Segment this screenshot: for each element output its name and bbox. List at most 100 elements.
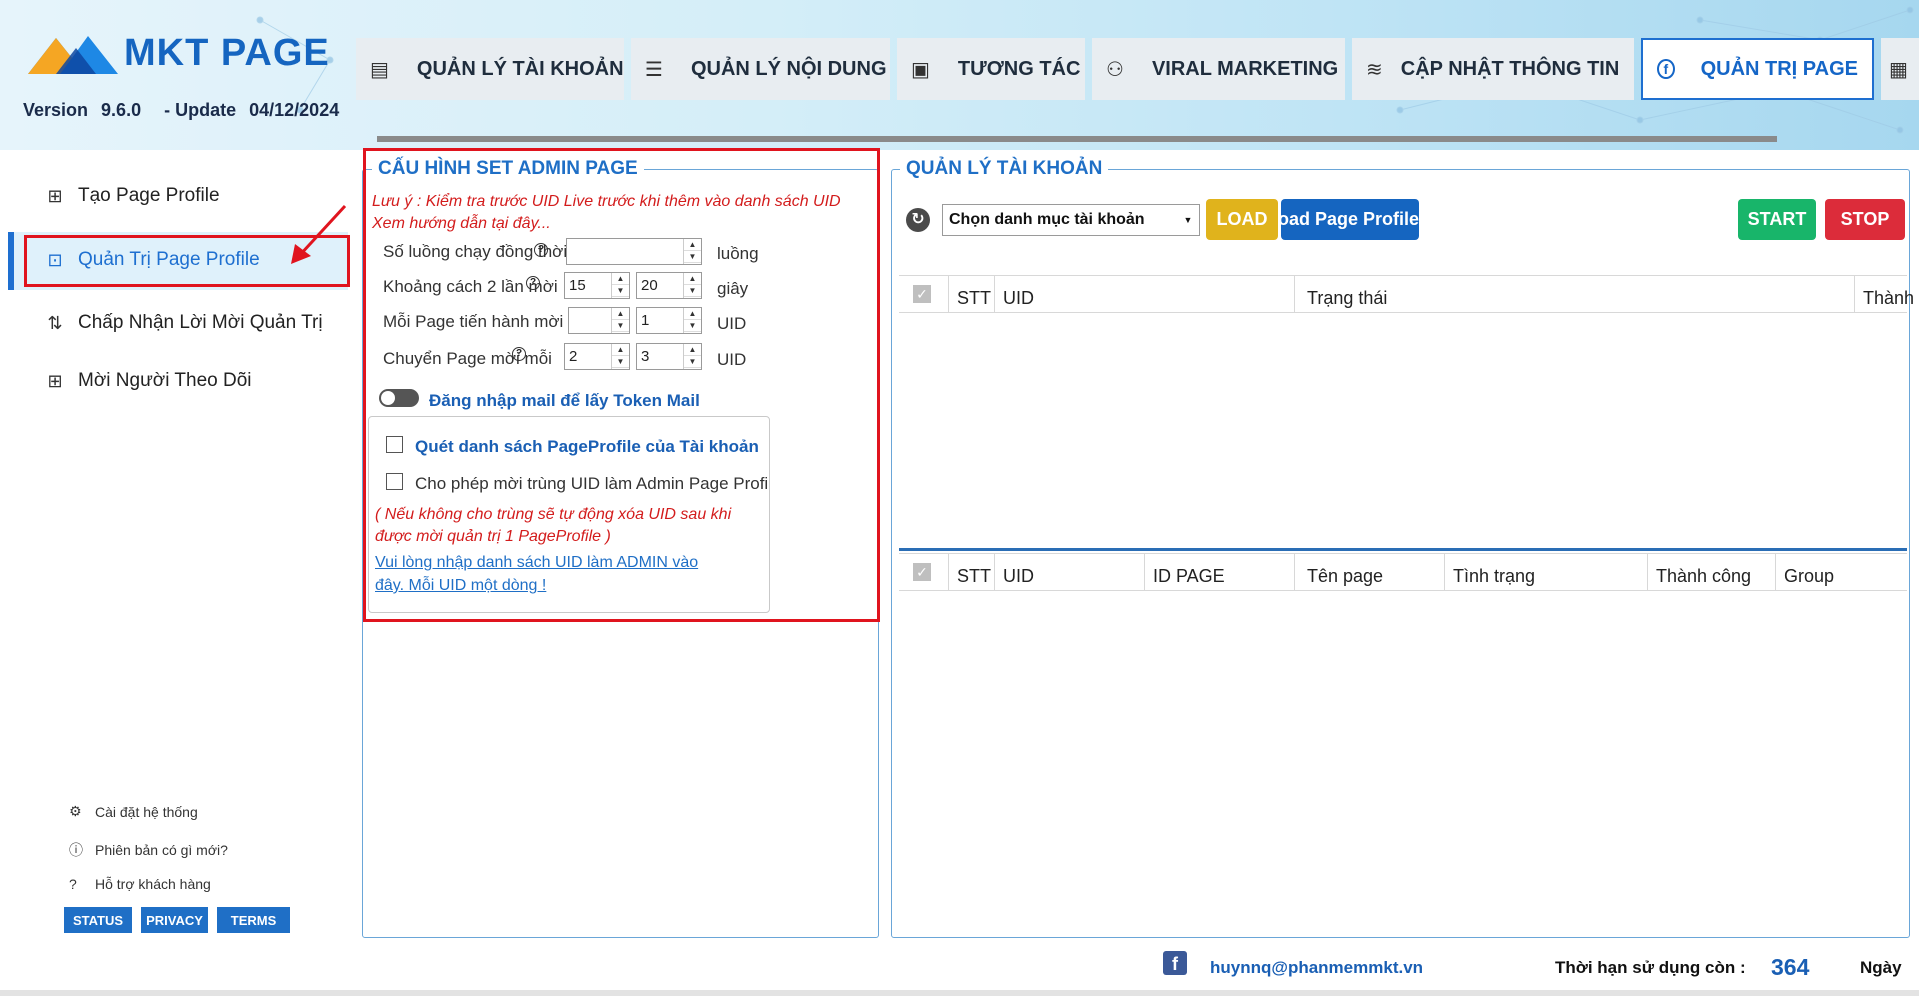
sidebar-item-label: Mời Người Theo Dõi: [78, 370, 252, 391]
list-icon: ☰: [645, 58, 663, 81]
tab-interaction[interactable]: ▣ TƯƠNG TÁC: [897, 38, 1085, 100]
sidebar-active-marker: [8, 232, 14, 290]
tab-page-admin[interactable]: f QUẢN TRỊ PAGE: [1641, 38, 1874, 100]
tab-viral-marketing[interactable]: ⚇ VIRAL MARKETING: [1092, 38, 1345, 100]
switch-max-input[interactable]: 3 ▲ ▼: [636, 343, 702, 370]
tab-update-info[interactable]: ≋ CẬP NHẬT THÔNG TIN: [1352, 38, 1634, 100]
add-box-icon: ⊞: [47, 370, 63, 391]
table-icon: ▤: [370, 58, 389, 81]
help-icon[interactable]: ?: [526, 276, 540, 290]
column-header[interactable]: Trạng thái: [1295, 276, 1855, 312]
per-page-min-input[interactable]: ▲ ▼: [568, 307, 630, 334]
facebook-icon[interactable]: f: [1163, 951, 1187, 975]
tab-label: QUẢN TRỊ PAGE: [1700, 57, 1858, 80]
account-category-select[interactable]: Chọn danh mục tài khoản ▼: [942, 204, 1200, 236]
main-tabs: ▤ QUẢN LÝ TÀI KHOẢN ☰ QUẢN LÝ NỘI DUNG ▣…: [356, 38, 1919, 100]
help-icon: ?: [69, 876, 77, 892]
system-settings-link[interactable]: ⚙ Cài đặt hệ thống: [69, 803, 198, 820]
load-page-profile-button[interactable]: Load Page Profile: [1281, 199, 1419, 240]
delay-min-stepper[interactable]: ▲ ▼: [611, 273, 629, 298]
load-button[interactable]: LOAD: [1206, 199, 1278, 240]
bottom-border: [0, 990, 1919, 996]
switch-max-stepper[interactable]: ▲ ▼: [683, 344, 701, 369]
terms-button[interactable]: TERMS: [217, 907, 290, 933]
start-button[interactable]: START: [1738, 199, 1816, 240]
warning-line: ( Nếu không cho trùng sẽ tự động xóa UID…: [375, 506, 732, 523]
sidebar-item-create-page-profile[interactable]: ⊞ Tạo Page Profile: [44, 185, 219, 207]
per-page-min-stepper[interactable]: ▲ ▼: [611, 308, 629, 333]
privacy-button[interactable]: PRIVACY: [141, 907, 208, 933]
account-panel-title: QUẢN LÝ TÀI KHOẢN: [900, 158, 1109, 180]
column-header[interactable]: Thành công: [1648, 554, 1776, 590]
select-all-checkbox[interactable]: ✓: [913, 563, 931, 581]
swap-vertical-icon: ⇅: [47, 312, 63, 333]
delay-min-input[interactable]: 15 ▲ ▼: [564, 272, 630, 299]
logo-text: MKT PAGE: [124, 31, 330, 74]
info-icon: ⓘ: [69, 842, 83, 858]
tab-calendar[interactable]: ▦: [1881, 38, 1919, 100]
customer-support-link[interactable]: ? Hỗ trợ khách hàng: [69, 876, 211, 892]
user-email[interactable]: huynnq@phanmemmkt.vn: [1210, 958, 1423, 978]
switch-min-stepper[interactable]: ▲ ▼: [611, 344, 629, 369]
column-header[interactable]: UID: [995, 276, 1295, 312]
help-icon[interactable]: ?: [534, 243, 548, 257]
column-header[interactable]: Group: [1776, 554, 1907, 590]
token-mail-toggle[interactable]: [379, 389, 419, 407]
warning-line: được mời quản trị 1 PageProfile ): [375, 528, 611, 545]
column-header[interactable]: Tên page: [1295, 554, 1445, 590]
per-page-label: Mỗi Page tiến hành mời: [383, 312, 563, 332]
select-all-cell[interactable]: ✓: [899, 276, 949, 312]
mkt-logo-icon: [28, 36, 118, 74]
per-page-max-stepper[interactable]: ▲ ▼: [683, 308, 701, 333]
help-icon[interactable]: ?: [512, 347, 526, 361]
select-all-checkbox[interactable]: ✓: [913, 285, 931, 303]
link-line: Vui lòng nhập danh sách UID làm ADMIN và…: [375, 554, 699, 571]
allow-duplicate-checkbox[interactable]: [386, 473, 403, 490]
per-page-max-input[interactable]: 1 ▲ ▼: [636, 307, 702, 334]
switch-min-input[interactable]: 2 ▲ ▼: [564, 343, 630, 370]
version-number: 9.6.0: [101, 100, 142, 120]
version-info: Version 9.6.0 - Update 04/12/2024: [23, 100, 347, 121]
threads-input[interactable]: ▲ ▼: [566, 238, 702, 265]
load-page-profile-label: Load Page Profile: [1281, 209, 1419, 229]
switch-min-value: 2: [569, 348, 578, 365]
tab-label: TƯƠNG TÁC: [957, 57, 1081, 80]
column-header[interactable]: UID: [995, 554, 1145, 590]
document-icon: ▣: [911, 58, 930, 81]
duplicate-warning: ( Nếu không cho trùng sẽ tự động xóa UID…: [375, 504, 731, 548]
select-all-cell[interactable]: ✓: [899, 554, 949, 590]
table-divider[interactable]: [899, 548, 1907, 551]
refresh-icon[interactable]: ↻: [906, 208, 930, 232]
tab-content-management[interactable]: ☰ QUẢN LÝ NỘI DUNG: [631, 38, 890, 100]
delay-max-stepper[interactable]: ▲ ▼: [683, 273, 701, 298]
footer-link-label: Hỗ trợ khách hàng: [95, 876, 211, 892]
sidebar-item-invite-followers[interactable]: ⊞ Mời Người Theo Dõi: [44, 370, 252, 392]
uid-live-note[interactable]: Lưu ý : Kiểm tra trước UID Live trước kh…: [372, 191, 841, 235]
note-line: Xem hướng dẫn tại đây...: [372, 215, 551, 232]
column-header[interactable]: STT: [949, 276, 995, 312]
delay-min-value: 15: [569, 277, 586, 294]
threads-stepper[interactable]: ▲ ▼: [683, 239, 701, 264]
column-header[interactable]: ID PAGE: [1145, 554, 1295, 590]
allow-duplicate-label: Cho phép mời trùng UID làm Admin Page Pr…: [415, 474, 769, 493]
column-header[interactable]: STT: [949, 554, 995, 590]
expiry-label: Thời hạn sử dụng còn :: [1555, 958, 1746, 977]
status-button[interactable]: STATUS: [64, 907, 132, 933]
per-page-unit: UID: [717, 314, 747, 333]
admin-uid-list-link[interactable]: Vui lòng nhập danh sách UID làm ADMIN và…: [375, 551, 698, 597]
gear-icon: ⚙: [69, 803, 82, 819]
tab-label: VIRAL MARKETING: [1151, 57, 1339, 80]
delay-max-input[interactable]: 20 ▲ ▼: [636, 272, 702, 299]
sidebar-item-accept-admin-invite[interactable]: ⇅ Chấp Nhận Lời Mời Quản Trị: [44, 312, 322, 334]
tab-account-management[interactable]: ▤ QUẢN LÝ TÀI KHOẢN: [356, 38, 624, 100]
header-scrollbar[interactable]: [377, 136, 1777, 142]
app-window: MKT PAGE Version 9.6.0 - Update 04/12/20…: [0, 0, 1919, 996]
update-label: - Update: [164, 100, 237, 120]
column-header[interactable]: Thành công: [1855, 276, 1919, 312]
stop-button[interactable]: STOP: [1825, 199, 1905, 240]
whats-new-link[interactable]: ⓘ Phiên bản có gì mới?: [69, 840, 228, 860]
footer-link-label: Phiên bản có gì mới?: [95, 842, 228, 858]
threads-unit: luồng: [717, 244, 759, 263]
scan-pageprofile-checkbox[interactable]: [386, 436, 403, 453]
column-header[interactable]: Tình trạng: [1445, 554, 1648, 590]
